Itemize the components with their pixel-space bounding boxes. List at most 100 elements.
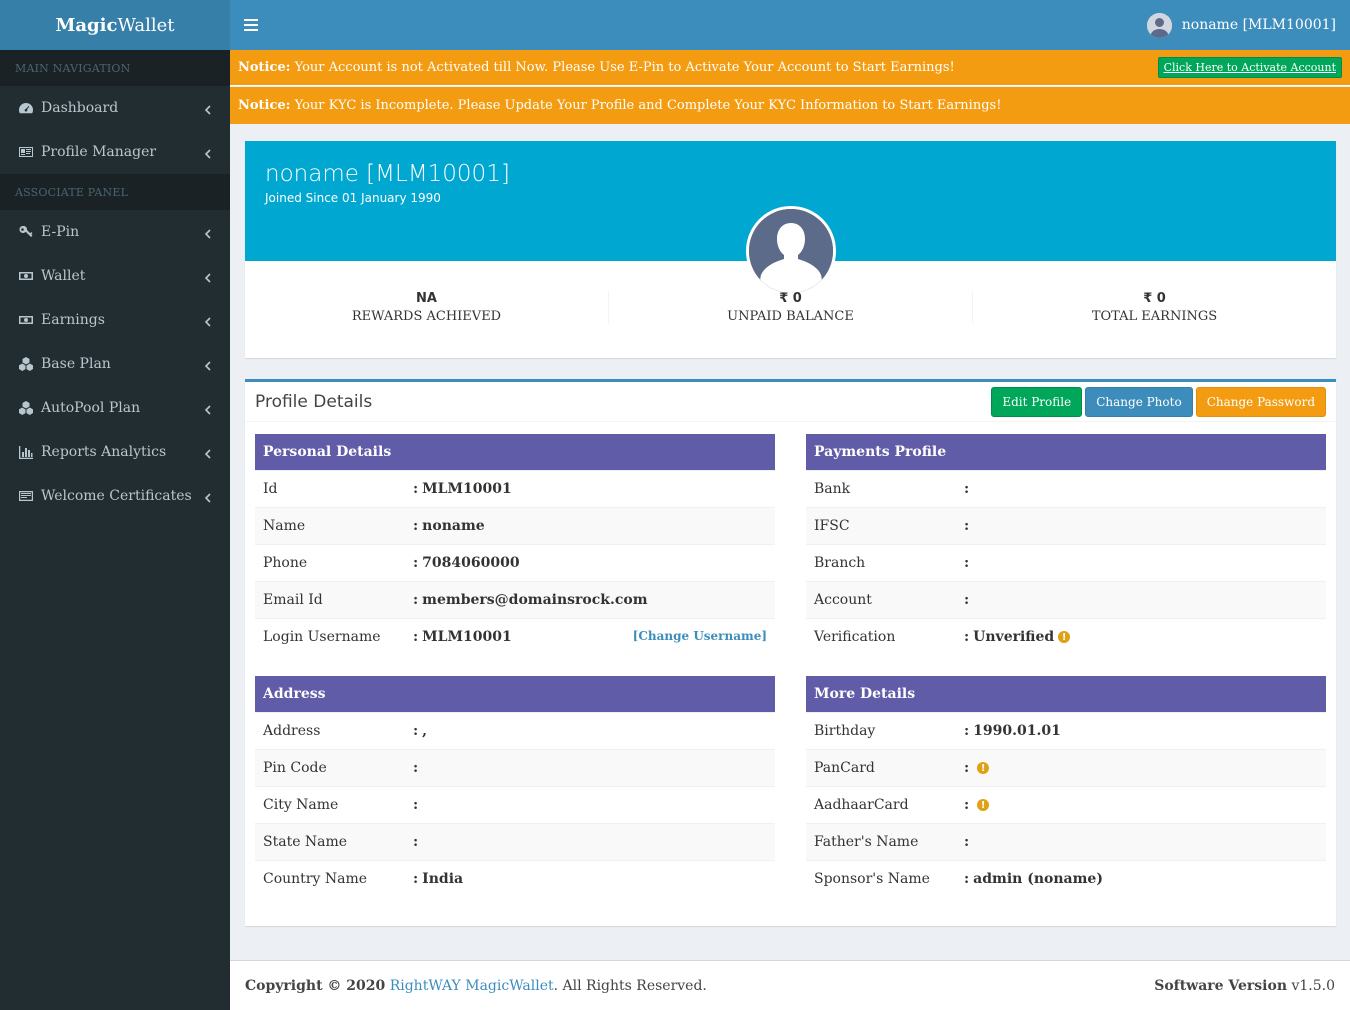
row-value: : admin (noname) xyxy=(964,871,1103,887)
profile-avatar-icon xyxy=(746,206,836,296)
chevron-left-icon xyxy=(204,447,212,459)
stat-value: NA xyxy=(416,291,437,306)
joined-since: Joined Since 01 January 1990 xyxy=(265,191,441,205)
footer-brand-link[interactable]: RightWAY MagicWallet xyxy=(390,978,554,994)
chevron-left-icon xyxy=(204,271,212,283)
sidebar-item-welcome-certificates[interactable]: Welcome Certificates xyxy=(0,474,230,518)
notice-message: Your Account is not Activated till Now. … xyxy=(294,60,955,75)
row-value: :, xyxy=(413,723,428,739)
stat-value: ₹ 0 xyxy=(779,291,802,306)
sidebar-item-e-pin[interactable]: E-Pin xyxy=(0,210,230,254)
stat-value: ₹ 0 xyxy=(1143,291,1166,306)
address-panel: Address Address:, Pin Code: City Name: S… xyxy=(255,676,775,897)
chevron-left-icon xyxy=(204,359,212,371)
warning-icon: ! xyxy=(1058,631,1071,643)
sidebar-item-label: Reports Analytics xyxy=(41,444,167,460)
table-row: City Name: xyxy=(255,786,775,823)
table-row: Birthday:1990.01.01 xyxy=(806,712,1326,749)
panel-title: Personal Details xyxy=(255,434,775,470)
row-label: Id xyxy=(263,481,278,497)
change-password-button[interactable]: Change Password xyxy=(1195,386,1326,417)
row-value: : xyxy=(964,481,970,497)
row-value: :! xyxy=(964,797,990,813)
row-label: Login Username xyxy=(263,629,381,645)
sidebar-item-label: Welcome Certificates xyxy=(41,488,192,504)
sidebar-item-wallet[interactable]: Wallet xyxy=(0,254,230,298)
nav-header-main: MAIN NAVIGATION xyxy=(0,50,230,86)
footer-version: Software Version v1.5.0 xyxy=(1154,978,1335,994)
table-row: AadhaarCard:! xyxy=(806,786,1326,823)
row-label: City Name xyxy=(263,797,339,813)
sidebar-item-autopool-plan[interactable]: AutoPool Plan xyxy=(0,386,230,430)
sidebar-item-base-plan[interactable]: Base Plan xyxy=(0,342,230,386)
table-row: Account: xyxy=(806,581,1326,618)
sidebar-item-earnings[interactable]: Earnings xyxy=(0,298,230,342)
row-value: : xyxy=(964,518,970,534)
table-row: Phone:7084060000 xyxy=(255,544,775,581)
sidebar-item-label: E-Pin xyxy=(41,224,80,240)
sidebar-item-dashboard[interactable]: Dashboard xyxy=(0,86,230,130)
notice-label: Notice: xyxy=(238,98,291,113)
stat-rewards: NA REWARDS ACHIEVED xyxy=(245,291,608,324)
row-label: Account xyxy=(814,592,872,608)
table-row: Father's Name: xyxy=(806,823,1326,860)
version-label: Software Version xyxy=(1154,977,1288,994)
change-username-link[interactable]: [Change Username] xyxy=(633,629,767,643)
table-row: Address:, xyxy=(255,712,775,749)
row-value: :! xyxy=(964,760,990,776)
chevron-left-icon xyxy=(204,103,212,115)
notice-label: Notice: xyxy=(238,60,291,75)
table-row: Country Name: India xyxy=(255,860,775,897)
version-value: v1.5.0 xyxy=(1291,977,1335,994)
widget-username: noname [MLM10001] xyxy=(265,161,510,187)
sidebar-item-label: Wallet xyxy=(41,268,86,284)
table-row: PanCard:! xyxy=(806,749,1326,786)
change-photo-button[interactable]: Change Photo xyxy=(1085,386,1193,417)
page-footer: Copyright © 2020 RightWAY MagicWallet. A… xyxy=(230,960,1350,1010)
sidebar-item-reports-analytics[interactable]: Reports Analytics xyxy=(0,430,230,474)
logo-bold: Magic xyxy=(55,14,118,36)
activate-account-button[interactable]: Click Here to Activate Account xyxy=(1157,57,1342,78)
row-label: Father's Name xyxy=(814,834,919,850)
copyright-text: Copyright © 2020 xyxy=(245,977,386,994)
top-navbar: noname [MLM10001] xyxy=(230,0,1350,50)
row-label: AadhaarCard xyxy=(814,797,909,813)
panel-title: More Details xyxy=(806,676,1326,712)
row-value: : xyxy=(413,760,419,776)
sidebar-item-label: Base Plan xyxy=(41,356,111,372)
dashboard-icon xyxy=(18,100,34,116)
user-avatar-icon xyxy=(1146,12,1172,38)
sidebar-item-profile-manager[interactable]: Profile Manager xyxy=(0,130,230,174)
chevron-left-icon xyxy=(204,403,212,415)
notice-message: Your KYC is Incomplete. Please Update Yo… xyxy=(294,98,1002,113)
row-value: : India xyxy=(413,871,464,887)
row-label: PanCard xyxy=(814,760,875,776)
certificate-icon xyxy=(18,488,34,504)
personal-details-panel: Personal Details Id: MLM10001 Name: noname… xyxy=(255,434,775,655)
row-value: : Unverified! xyxy=(964,629,1071,645)
kyc-notice: Notice: Your KYC is Incomplete. Please U… xyxy=(230,87,1350,124)
more-details-rows: Birthday:1990.01.01 PanCard:! AadhaarCar… xyxy=(806,712,1326,897)
money-icon xyxy=(18,312,34,328)
row-label: Pin Code xyxy=(263,760,327,776)
stat-label: TOTAL EARNINGS xyxy=(1091,309,1218,324)
profile-details-header: Profile Details Edit Profile Change Phot… xyxy=(245,382,1336,422)
table-row: Email Id: members@domainsrock.com xyxy=(255,581,775,618)
user-stats: NA REWARDS ACHIEVED ₹ 0 UNPAID BALANCE ₹… xyxy=(245,291,1336,324)
user-menu[interactable]: noname [MLM10001] xyxy=(1146,12,1336,38)
row-label: Birthday xyxy=(814,723,876,739)
activation-notice-text: Notice: Your Account is not Activated ti… xyxy=(238,60,955,75)
chevron-left-icon xyxy=(204,491,212,503)
row-label: State Name xyxy=(263,834,348,850)
activation-notice: Notice: Your Account is not Activated ti… xyxy=(230,50,1350,86)
sidebar-item-label: Profile Manager xyxy=(41,144,157,160)
row-label: Email Id xyxy=(263,592,323,608)
row-value: : MLM10001 xyxy=(413,481,512,497)
edit-profile-button[interactable]: Edit Profile xyxy=(991,386,1083,417)
bar-chart-icon xyxy=(18,444,34,460)
row-value: : xyxy=(413,834,419,850)
sidebar-toggle-icon[interactable] xyxy=(244,19,258,31)
app-logo[interactable]: Magic Wallet xyxy=(0,0,230,50)
user-menu-name: noname [MLM10001] xyxy=(1181,17,1336,33)
table-row: IFSC: xyxy=(806,507,1326,544)
